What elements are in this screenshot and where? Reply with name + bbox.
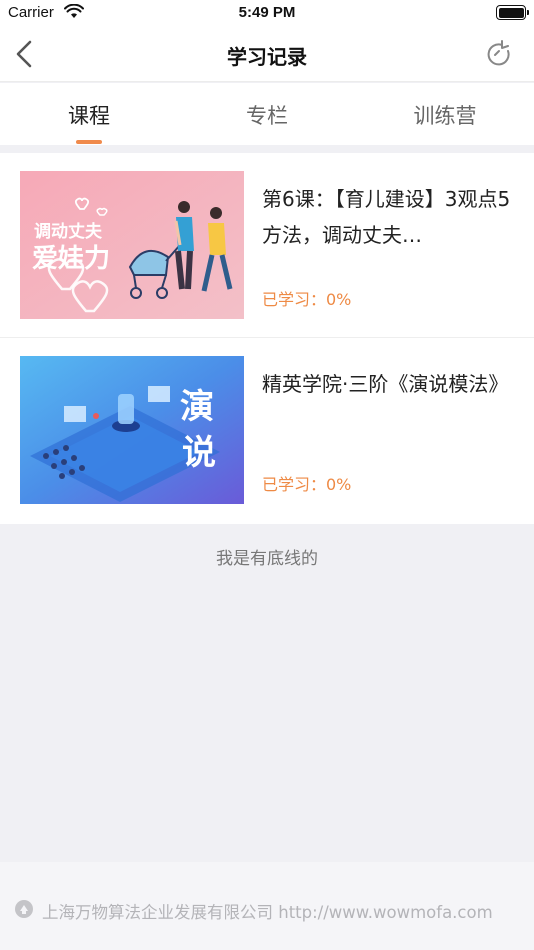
tab-courses-label: 课程: [68, 104, 110, 128]
page-title: 学习记录: [227, 45, 307, 69]
navigation-bar: 学习记录: [0, 26, 534, 82]
course-title: 精英学院·三阶《演说模法》: [262, 372, 509, 396]
course-list: 调动丈夫 爱娃力 第6课：【育儿建设】3观点5方法，调动丈夫… 已学习：0% 演…: [0, 153, 534, 524]
thumbnail-caption-top: 调动丈夫: [34, 221, 103, 242]
copyright-icon: [14, 899, 34, 919]
course-item[interactable]: 演 说 精英学院·三阶《演说模法》 已学习：0%: [0, 338, 534, 524]
active-tab-indicator: [76, 140, 102, 144]
tab-training-camp[interactable]: 训练营: [356, 83, 534, 145]
status-bar: Carrier 5:49 PM: [0, 0, 534, 26]
tab-bar: 课程 专栏 训练营: [0, 83, 534, 145]
course-progress: 已学习：0%: [262, 290, 352, 309]
battery-icon: [496, 5, 529, 20]
thumbnail-caption-main: 说: [182, 433, 216, 473]
course-item[interactable]: 调动丈夫 爱娃力 第6课：【育儿建设】3观点5方法，调动丈夫… 已学习：0%: [0, 153, 534, 338]
copyright-text: 上海万物算法企业发展有限公司 http://www.wowmofa.com: [42, 903, 493, 922]
tab-training-camp-label: 训练营: [413, 104, 477, 128]
thumbnail-caption-main: 爱娃力: [32, 244, 110, 274]
end-of-list-note: 我是有底线的: [216, 549, 318, 569]
clock: 5:49 PM: [238, 4, 296, 21]
tab-courses[interactable]: 课程: [0, 83, 178, 145]
course-progress: 已学习：0%: [262, 475, 352, 494]
copyright-footer: 上海万物算法企业发展有限公司 http://www.wowmofa.com: [0, 862, 534, 950]
tab-columns-label: 专栏: [246, 104, 288, 128]
course-title: 第6课：【育儿建设】3观点5方法，调动丈夫…: [262, 187, 511, 247]
course-thumbnail: 调动丈夫 爱娃力: [20, 171, 244, 319]
course-thumbnail: 演 说: [20, 356, 244, 504]
thumbnail-caption-top: 演: [180, 387, 214, 427]
tab-columns[interactable]: 专栏: [178, 83, 356, 145]
refresh-icon[interactable]: [484, 39, 514, 69]
